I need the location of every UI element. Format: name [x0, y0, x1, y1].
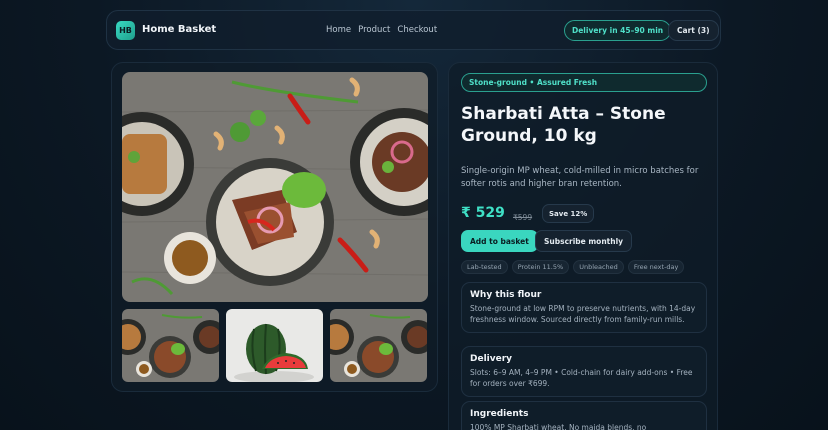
feature-chips: Lab-tested Protein 11.5% Unbleached Free… [461, 260, 685, 274]
card-body: Slots: 6–9 AM, 4–9 PM • Cold-chain for d… [470, 368, 693, 388]
nav-product-link[interactable]: Product [358, 25, 390, 35]
delivery-time-pill: Delivery in 45–90 min [564, 20, 672, 41]
top-navbar: HB Home Basket Home Product Checkout Del… [106, 10, 721, 50]
brand-name[interactable]: Home Basket [142, 24, 216, 35]
add-to-basket-button[interactable]: Add to basket [461, 230, 538, 252]
chip-lab-tested: Lab-tested [461, 260, 508, 274]
product-title: Sharbati Atta – Stone Ground, 10 kg [461, 104, 666, 146]
product-description: Single-origin MP wheat, cold-milled in m… [461, 166, 699, 189]
thumbnail-3[interactable] [330, 309, 427, 382]
food-platter-thumbnail [122, 309, 219, 382]
main-product-image[interactable] [122, 72, 428, 302]
food-platter-thumbnail [330, 309, 427, 382]
chip-unbleached: Unbleached [573, 260, 624, 274]
product-tag-badge: Stone-ground • Assured Fresh [461, 73, 707, 92]
food-platter-image [122, 72, 428, 302]
chip-protein: Protein 11.5% [511, 260, 570, 274]
logo-badge[interactable]: HB [116, 21, 135, 40]
thumbnail-1[interactable] [122, 309, 219, 382]
product-price: ₹ 529 [461, 205, 505, 221]
nav-checkout-link[interactable]: Checkout [397, 25, 437, 35]
card-title: Delivery [470, 354, 513, 364]
subscribe-monthly-button[interactable]: Subscribe monthly [535, 230, 633, 252]
watermelon-thumbnail [226, 309, 323, 382]
delivery-card: Delivery Slots: 6–9 AM, 4–9 PM • Cold-ch… [461, 346, 707, 397]
main-nav: Home Product Checkout [326, 25, 437, 35]
product-details-panel: Stone-ground • Assured Fresh Sharbati At… [448, 62, 718, 430]
chip-free-next-day: Free next-day [627, 260, 685, 274]
card-title: Why this flour [470, 290, 542, 300]
original-price: ₹599 [513, 213, 533, 222]
why-this-flour-card: Why this flour Stone-ground at low RPM t… [461, 282, 707, 333]
card-body: Stone-ground at low RPM to preserve nutr… [470, 304, 696, 324]
product-gallery [111, 62, 438, 392]
discount-badge: Save 12% [542, 204, 595, 223]
card-title: Ingredients [470, 409, 529, 419]
thumbnail-2[interactable] [226, 309, 323, 382]
cart-button[interactable]: Cart (3) [668, 20, 719, 41]
nav-home-link[interactable]: Home [326, 25, 351, 35]
card-body: 100% MP Sharbati wheat. No maida blends,… [470, 423, 647, 430]
ingredients-card: Ingredients 100% MP Sharbati wheat. No m… [461, 401, 707, 430]
